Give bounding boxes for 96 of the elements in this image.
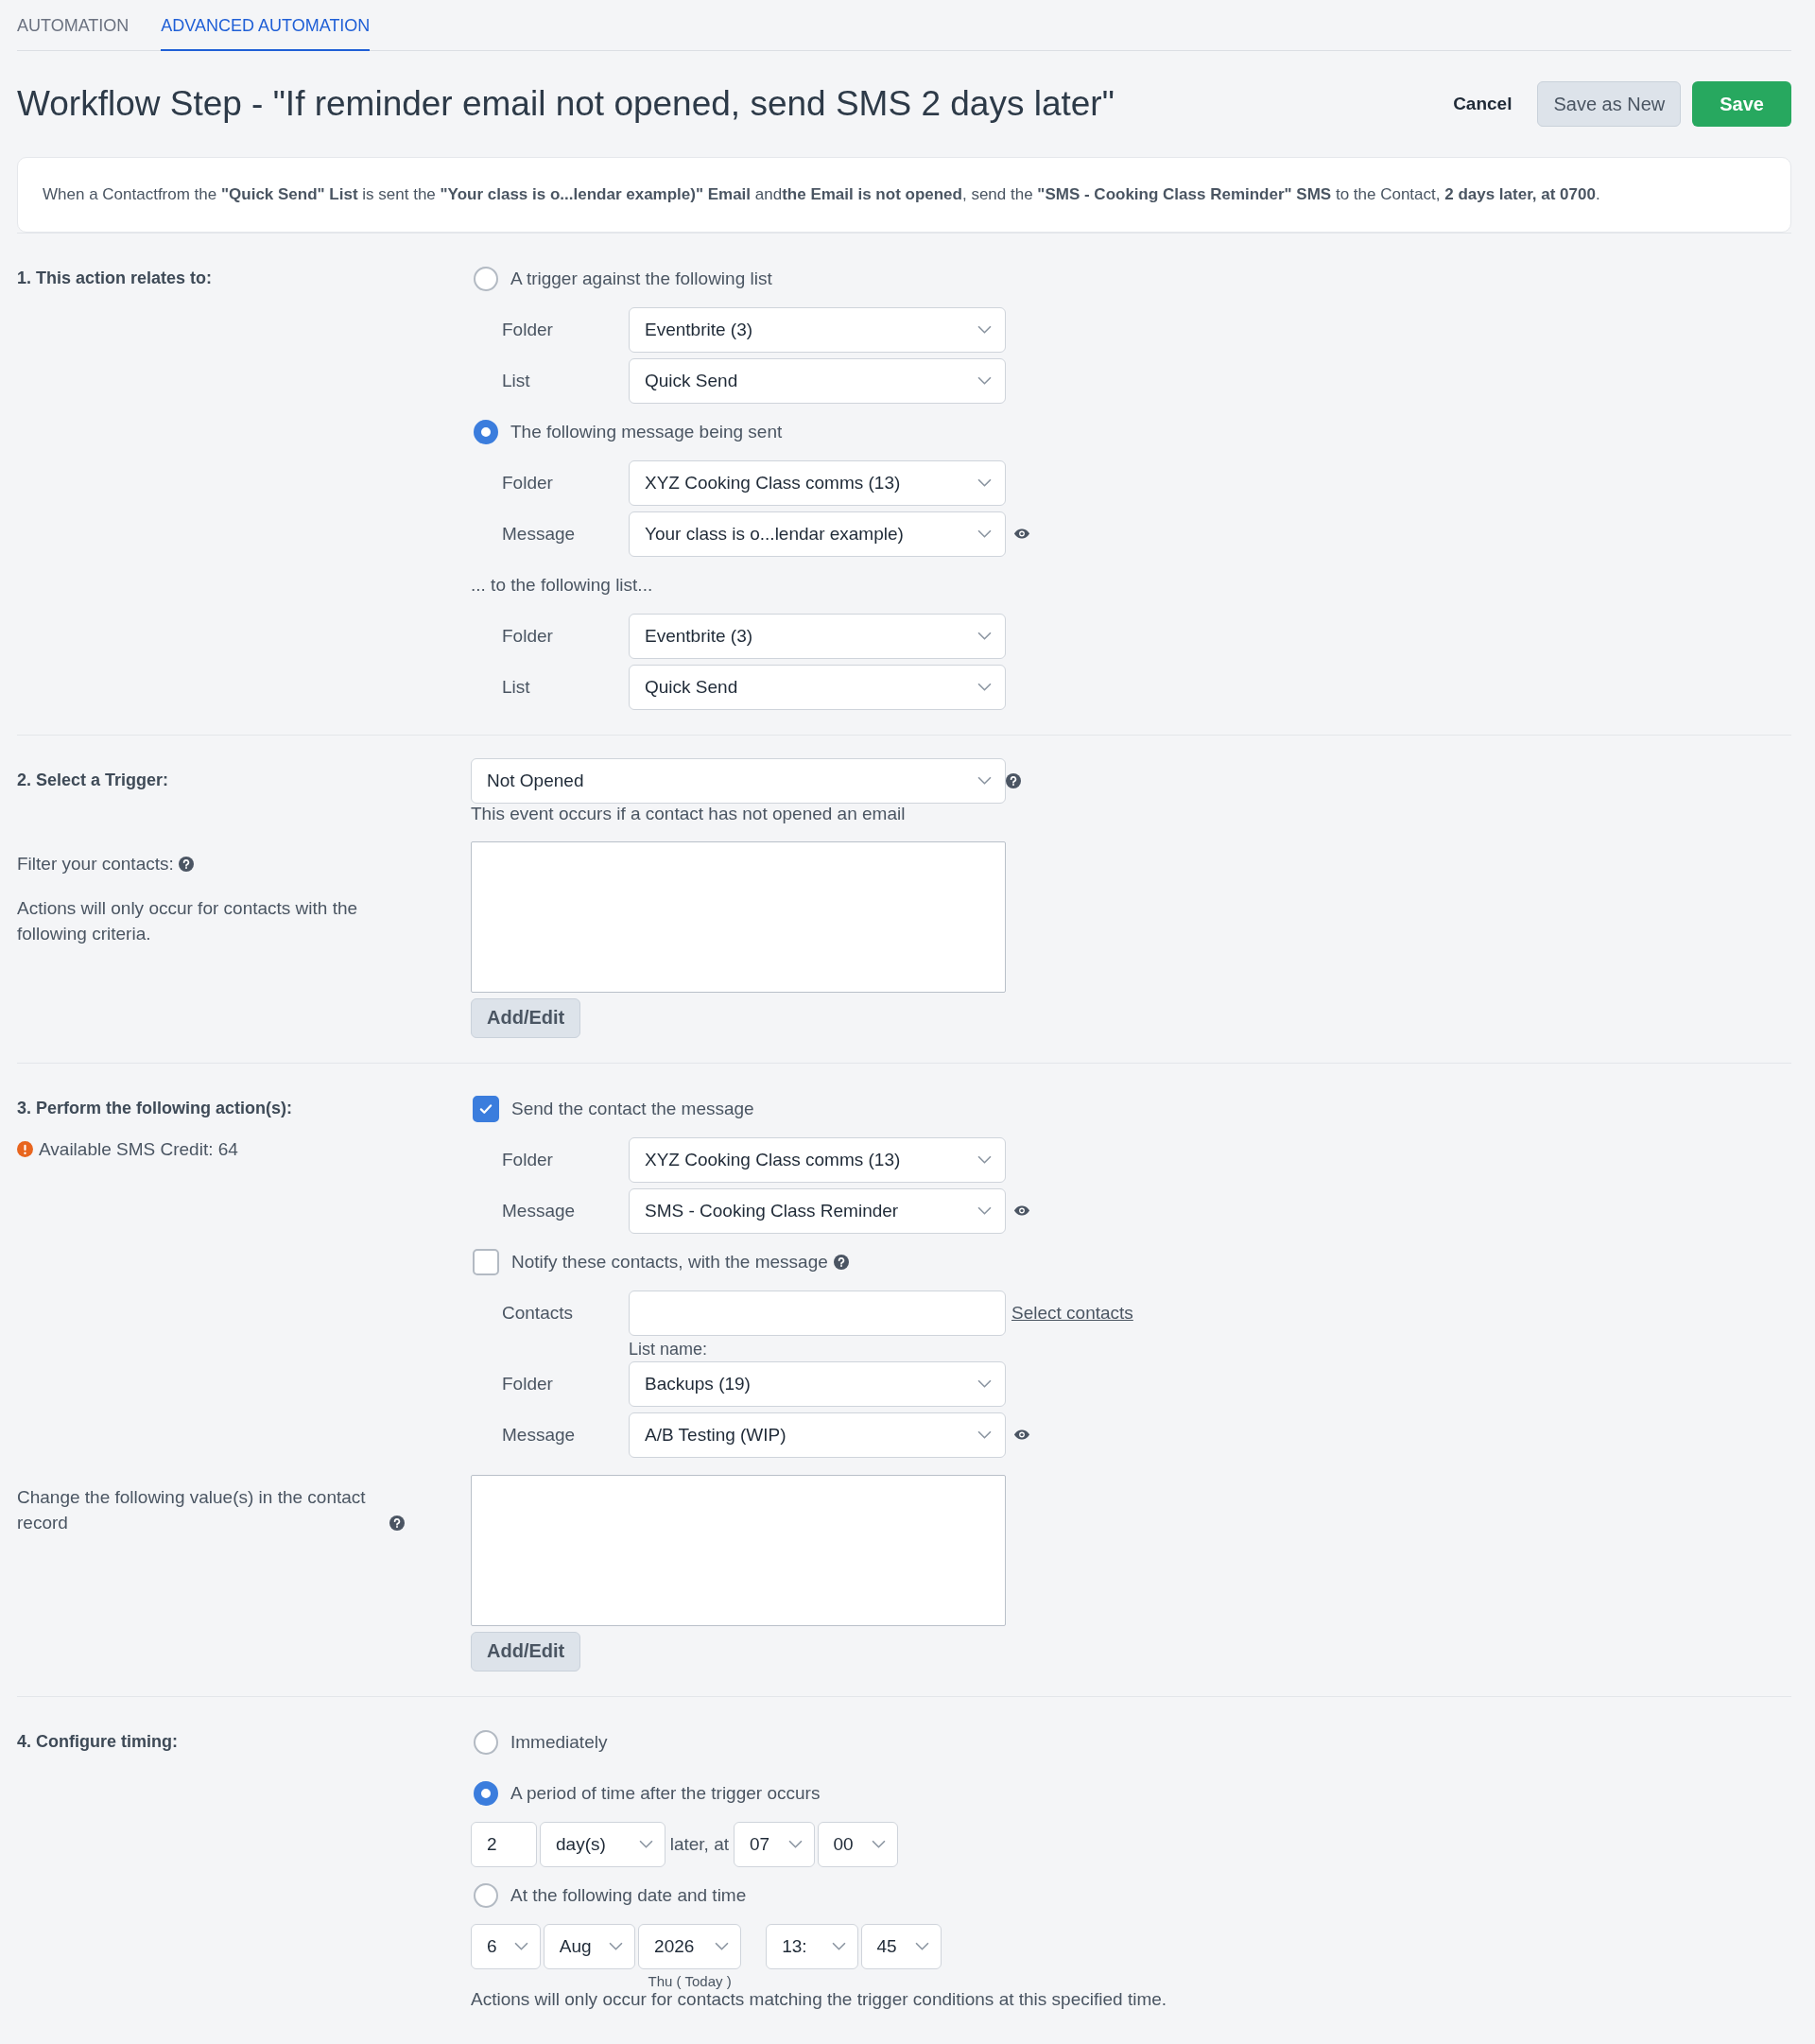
eye-icon[interactable] (1013, 528, 1030, 540)
dropdown[interactable]: Aug (543, 1923, 636, 1969)
page-title: Workflow Step - "If reminder email not opened, send SMS 2 days later" (17, 84, 1115, 124)
dropdown[interactable]: XYZ Cooking Class comms (13) (629, 459, 1006, 506)
chevron-icon (787, 1840, 803, 1849)
tab[interactable]: ADVANCED AUTOMATION (161, 16, 371, 51)
chevron-icon (977, 376, 992, 386)
select-contacts-link[interactable]: Select contacts (1011, 1302, 1133, 1324)
field-label: Folder (501, 625, 554, 647)
dropdown[interactable]: A/B Testing (WIP) (629, 1412, 1006, 1458)
section-heading: 2. Select a Trigger: (17, 769, 170, 791)
radio-button[interactable] (474, 419, 498, 444)
radio-label: A period of time after the trigger occurs (510, 1782, 821, 1804)
chevron-icon (872, 1840, 887, 1849)
alert-icon (17, 1141, 33, 1158)
checkbox-label: Send the contact the message (511, 1098, 754, 1119)
chevron-icon (977, 478, 992, 488)
chevron-icon (977, 529, 992, 539)
add-edit-button[interactable]: Add/Edit (471, 1631, 581, 1672)
dropdown[interactable]: 00 (817, 1821, 899, 1867)
chevron-icon (609, 1942, 624, 1951)
checkbox[interactable] (473, 1248, 499, 1275)
day-caption: Thu ( Today ) (648, 1972, 732, 1989)
chevron-icon (915, 1942, 930, 1951)
chevron-icon (638, 1840, 653, 1849)
field-label: Folder (501, 1149, 554, 1170)
section-heading: 3. Perform the following action(s): (17, 1097, 293, 1119)
dropdown[interactable]: 2026 (638, 1923, 742, 1969)
help-icon[interactable] (389, 1515, 405, 1531)
helper-text: This event occurs if a contact has not opened an email (471, 803, 907, 824)
field-label: Message (501, 1200, 577, 1221)
dropdown[interactable]: Quick Send (629, 357, 1006, 404)
chevron-icon (977, 1206, 992, 1216)
radio-label: The following message being sent (510, 421, 783, 442)
cancel-button[interactable]: Cancel (1439, 81, 1527, 127)
help-icon[interactable] (178, 856, 194, 872)
field-label: Folder (501, 319, 554, 340)
dropdown[interactable]: Your class is o...lendar example) (629, 511, 1006, 557)
dropdown[interactable]: Backups (19) (629, 1360, 1006, 1407)
description-text: Change the following value(s) in the contact record (17, 1485, 367, 1534)
field-label: List (501, 676, 531, 698)
contacts-field[interactable] (629, 1290, 1006, 1336)
add-edit-button[interactable]: Add/Edit (471, 997, 581, 1038)
radio-button[interactable] (474, 1729, 498, 1755)
section-heading: 4. Configure timing: (17, 1730, 179, 1753)
chevron-icon (977, 683, 992, 692)
field-label: Message (501, 523, 577, 545)
radio-label: A trigger against the following list (510, 268, 772, 289)
chevron-icon (977, 632, 992, 641)
radio-label: Immediately (510, 1731, 608, 1753)
inline-label: later, at (668, 1832, 730, 1856)
section-heading: 1. This action relates to: (17, 267, 214, 289)
dropdown[interactable]: Quick Send (629, 664, 1006, 710)
dropdown[interactable]: SMS - Cooking Class Reminder (629, 1187, 1006, 1234)
help-icon[interactable] (833, 1254, 849, 1270)
radio-button[interactable] (474, 1780, 498, 1806)
help-icon[interactable] (1006, 772, 1021, 788)
dropdown[interactable]: 07 (734, 1821, 815, 1867)
field-label: List (501, 370, 531, 391)
field-label: Folder (501, 472, 554, 494)
chevron-icon (977, 776, 992, 786)
chevron-icon (715, 1942, 730, 1951)
dropdown[interactable]: Eventbrite (3) (629, 306, 1006, 353)
sms-credit-text: Available SMS Credit: 64 (39, 1138, 238, 1160)
description-text: Filter your contacts: (17, 852, 174, 875)
tab[interactable]: AUTOMATION (17, 16, 130, 51)
chevron-icon (977, 1379, 992, 1389)
chevron-icon (977, 1155, 992, 1165)
chevron-icon (977, 325, 992, 335)
dropdown[interactable]: 45 (860, 1923, 942, 1969)
radio-button[interactable] (474, 266, 498, 291)
checkbox-label: Notify these contacts, with the message (511, 1251, 828, 1273)
chevron-icon (513, 1942, 528, 1951)
radio-label: At the following date and time (510, 1884, 747, 1906)
summary-text: When a Contactfrom the "Quick Send" List is sent the "Your class is o...lendar example)" Email andthe Email is not opened, send the "SMS - Cooking Class Reminder" SMS to the Contact, 2 days later, at 0700. (43, 185, 1600, 203)
number-field[interactable]: 2 (471, 1821, 537, 1867)
helper-text: Actions will only occur for contacts matching the trigger conditions at this specified time. (471, 1988, 1167, 2010)
eye-icon[interactable] (1013, 1429, 1030, 1441)
dropdown[interactable]: day(s) (540, 1821, 666, 1867)
dropdown[interactable]: XYZ Cooking Class comms (13) (629, 1136, 1006, 1183)
eye-icon[interactable] (1013, 1205, 1030, 1217)
checkbox[interactable] (473, 1095, 499, 1122)
description-text: Actions will only occur for contacts with the following criteria. (17, 896, 359, 945)
dropdown[interactable]: 13: (766, 1923, 858, 1969)
radio-button[interactable] (474, 1882, 498, 1908)
field-label: Message (501, 1424, 577, 1446)
save-as-new-button[interactable]: Save as New (1537, 81, 1682, 127)
chevron-icon (977, 1430, 992, 1440)
dropdown[interactable]: 6 (471, 1923, 541, 1969)
field-label: Folder (501, 1373, 554, 1394)
field-label: Contacts (501, 1302, 574, 1324)
list-name-label: List name: (628, 1339, 709, 1360)
note-text: ... to the following list... (471, 574, 653, 596)
trigger-dropdown[interactable]: Not Opened (471, 757, 1006, 804)
dropdown[interactable]: Eventbrite (3) (629, 613, 1006, 659)
chevron-icon (831, 1942, 846, 1951)
